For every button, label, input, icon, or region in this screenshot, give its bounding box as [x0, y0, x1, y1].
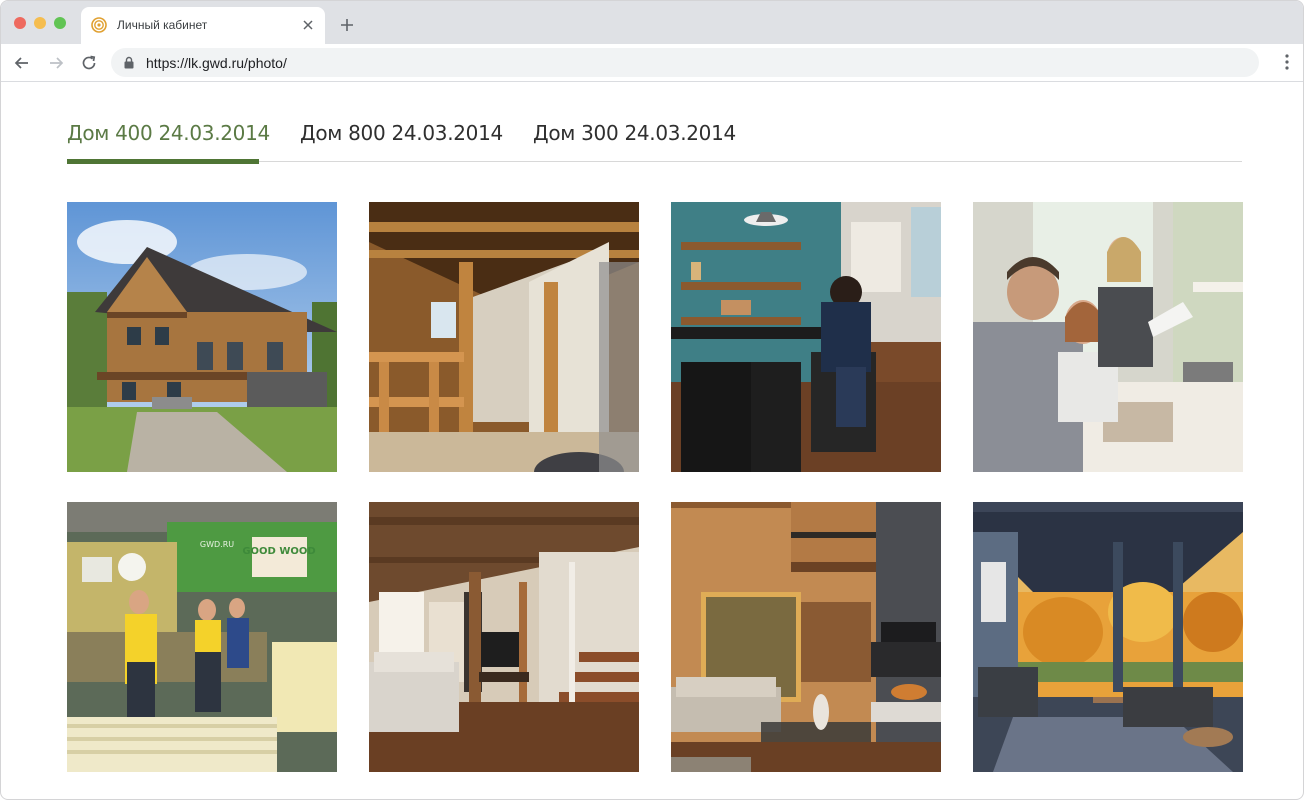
photo-living-room-stairs[interactable] [369, 502, 639, 772]
gallery-tabs: Дом 400 24.03.2014 Дом 800 24.03.2014 До… [67, 82, 1242, 164]
photo-living-room-fireplace[interactable] [671, 502, 941, 772]
browser-window: Личный кабинет https://lk.gwd.ru/photo/ [0, 0, 1304, 800]
tab-dom-800[interactable]: Дом 800 24.03.2014 [300, 121, 503, 145]
tab-title: Личный кабинет [117, 18, 208, 32]
new-tab-icon[interactable] [339, 17, 355, 33]
forward-arrow-icon[interactable] [47, 54, 65, 72]
close-tab-icon[interactable] [301, 18, 315, 32]
browser-toolbar: https://lk.gwd.ru/photo/ [1, 44, 1303, 82]
tab-bar: Личный кабинет [1, 1, 1303, 44]
photo-team-meeting[interactable] [973, 202, 1243, 472]
tab-dom-300[interactable]: Дом 300 24.03.2014 [533, 121, 736, 145]
photo-covered-terrace[interactable] [973, 502, 1243, 772]
active-tab-underline [67, 159, 259, 164]
browser-tab[interactable]: Личный кабинет [81, 7, 325, 44]
close-window-button[interactable] [14, 17, 26, 29]
reload-icon[interactable] [80, 54, 98, 72]
tab-label: Дом 800 24.03.2014 [300, 121, 503, 145]
url-text: https://lk.gwd.ru/photo/ [146, 55, 287, 71]
photo-house-exterior[interactable] [67, 202, 337, 472]
address-bar[interactable]: https://lk.gwd.ru/photo/ [111, 48, 1259, 77]
minimize-window-button[interactable] [34, 17, 46, 29]
factory-sign-url: GWD.RU [200, 540, 234, 549]
photo-attic-construction[interactable] [369, 202, 639, 472]
photo-kitchen-bar[interactable] [671, 202, 941, 472]
maximize-window-button[interactable] [54, 17, 66, 29]
tab-label: Дом 400 24.03.2014 [67, 121, 270, 145]
photo-factory-workers[interactable]: GOOD WOOD GWD.RU [67, 502, 337, 772]
tab-dom-400[interactable]: Дом 400 24.03.2014 [67, 121, 270, 145]
favicon-icon [91, 17, 107, 33]
factory-sign-text: GOOD WOOD [242, 546, 315, 557]
back-arrow-icon[interactable] [13, 54, 31, 72]
browser-menu-icon[interactable] [1285, 53, 1289, 71]
lock-icon [124, 56, 134, 69]
tab-label: Дом 300 24.03.2014 [533, 121, 736, 145]
page-content: Дом 400 24.03.2014 Дом 800 24.03.2014 До… [1, 82, 1303, 799]
